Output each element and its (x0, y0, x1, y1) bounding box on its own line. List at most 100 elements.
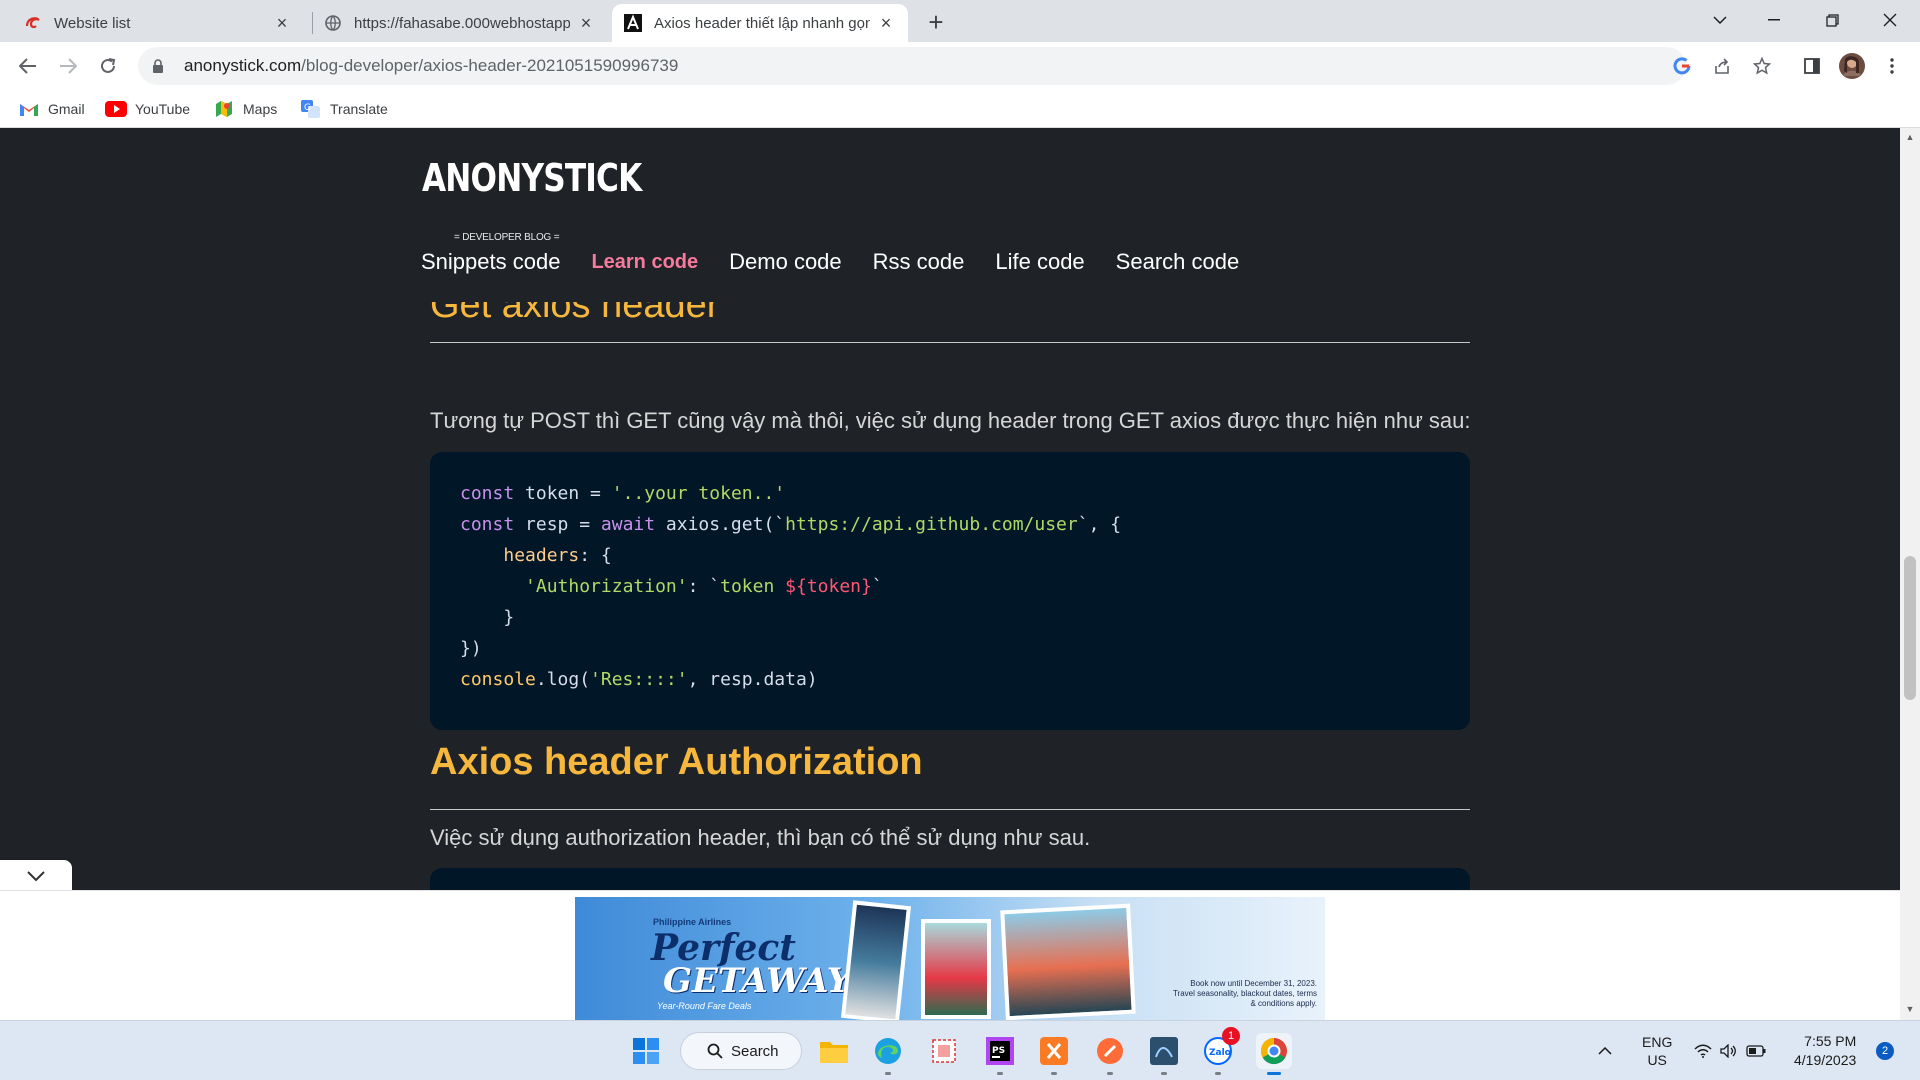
xampp-icon[interactable] (1036, 1033, 1072, 1075)
bookmarks-bar: Gmail YouTube Maps G Translate (0, 90, 1920, 128)
ad-photo-bridge (1000, 903, 1136, 1021)
clock[interactable]: 7:55 PM 4/19/2023 (1794, 1021, 1856, 1080)
authorization-paragraph: Việc sử dụng authorization header, thì b… (430, 825, 1091, 850)
show-hidden-icons-chevron[interactable] (1598, 1021, 1612, 1080)
battery-icon[interactable] (1746, 1045, 1766, 1057)
lock-icon[interactable] (152, 58, 168, 74)
intro-paragraph: Tương tự POST thì GET cũng vậy mà thôi, … (430, 408, 1471, 433)
svg-text:PS: PS (992, 1046, 1005, 1056)
bookmark-maps[interactable]: Maps (213, 96, 277, 122)
scroll-down-icon[interactable]: ▼ (1905, 1004, 1915, 1014)
tab-strip: Website list × https://fahasabe.000webho… (0, 0, 1920, 42)
gmail-icon (18, 100, 40, 118)
input-language[interactable]: ENG US (1642, 1021, 1672, 1080)
section-heading-partial: Get axios header (430, 302, 720, 324)
reload-icon[interactable] (92, 50, 124, 82)
scrollbar-thumb[interactable] (1904, 556, 1916, 700)
nav-rss-code[interactable]: Rss code (873, 248, 965, 276)
ad-photo-sydney (840, 900, 912, 1021)
system-tray-icons[interactable] (1694, 1021, 1766, 1080)
phpstorm-icon[interactable]: PS (982, 1033, 1018, 1075)
ad-container: Philippine Airlines Perfect GETAWAY Year… (0, 890, 1900, 1021)
svg-text:Zalo: Zalo (1209, 1048, 1231, 1058)
new-tab-plus-icon[interactable]: + (922, 7, 950, 37)
svg-text:G: G (304, 103, 311, 113)
file-explorer-icon[interactable] (816, 1033, 852, 1069)
tab-fahasabe[interactable]: https://fahasabe.000webhostapp. × (312, 4, 608, 42)
zalo-notification-badge: 1 (1222, 1027, 1240, 1045)
nav-snippets-code[interactable]: Snippets code (421, 248, 560, 276)
ad-banner[interactable]: Philippine Airlines Perfect GETAWAY Year… (575, 897, 1325, 1021)
url-path: /blog-developer/axios-header-20210515909… (301, 56, 679, 75)
side-panel-icon[interactable] (1796, 50, 1828, 82)
notification-center[interactable]: 2 (1876, 1021, 1894, 1080)
google-lens-icon[interactable] (1666, 50, 1698, 82)
minimize-icon[interactable] (1746, 0, 1802, 40)
close-window-icon[interactable] (1862, 0, 1918, 40)
notification-count-badge: 2 (1876, 1042, 1894, 1060)
heading-divider (430, 809, 1470, 810)
volume-icon[interactable] (1720, 1044, 1738, 1058)
code-block-partial (430, 868, 1470, 890)
bookmark-youtube[interactable]: YouTube (105, 96, 190, 122)
code-line: headers: { (503, 545, 612, 566)
main-nav: Snippets code Learn code Demo code Rss c… (421, 248, 1239, 276)
maps-icon (213, 100, 235, 118)
translate-icon: G (300, 100, 322, 118)
mysql-workbench-icon[interactable] (1146, 1033, 1182, 1075)
code-line: 'Authorization': `token ${token}` (525, 576, 883, 597)
code-line: }) (460, 638, 482, 659)
letter-a-icon (624, 14, 642, 32)
globe-icon (324, 14, 342, 32)
forward-arrow-icon[interactable] (52, 50, 84, 82)
ad-title-2: GETAWAY (663, 961, 852, 1001)
close-tab-icon[interactable]: × (576, 13, 596, 33)
site-logo[interactable]: ANONYSTICK = DEVELOPER BLOG = (422, 156, 642, 243)
ad-photo-temple (921, 919, 991, 1019)
close-tab-icon[interactable]: × (876, 13, 896, 33)
windows-taskbar: Search PS Zalo 1 ENG US 7:55 PM 4/19/202… (0, 1020, 1920, 1080)
logo-tagline: = DEVELOPER BLOG = (454, 232, 560, 243)
postman-icon[interactable] (1092, 1033, 1128, 1075)
bookmark-gmail[interactable]: Gmail (18, 96, 85, 122)
page-scrollbar[interactable]: ▲ ▼ (1900, 128, 1920, 1020)
browser-toolbar: anonystick.com/blog-developer/axios-head… (0, 42, 1920, 90)
tab-search-chevron-icon[interactable] (1692, 0, 1748, 40)
youtube-icon (105, 100, 127, 118)
chrome-icon[interactable] (1256, 1033, 1292, 1075)
nav-life-code[interactable]: Life code (995, 248, 1084, 276)
menu-kebab-icon[interactable] (1876, 50, 1908, 82)
zalo-icon[interactable]: Zalo 1 (1200, 1027, 1240, 1075)
snipping-tool-icon[interactable] (926, 1033, 962, 1069)
profile-avatar[interactable] (1836, 50, 1868, 82)
back-arrow-icon[interactable] (12, 50, 44, 82)
address-bar[interactable]: anonystick.com/blog-developer/axios-head… (138, 47, 1686, 85)
tab-website-list[interactable]: Website list × (12, 4, 304, 42)
bookmark-star-icon[interactable] (1746, 50, 1778, 82)
wifi-icon[interactable] (1694, 1044, 1712, 1058)
tab-axios-header[interactable]: Axios header thiết lập nhanh gọn × (612, 4, 908, 42)
share-icon[interactable] (1706, 50, 1738, 82)
nav-demo-code[interactable]: Demo code (729, 248, 842, 276)
restore-icon[interactable] (1804, 0, 1860, 40)
bookmark-translate[interactable]: G Translate (300, 96, 388, 122)
web-page: ANONYSTICK = DEVELOPER BLOG = Snippets c… (0, 128, 1900, 890)
nav-search-code[interactable]: Search code (1116, 248, 1240, 276)
collapse-ad-chevron-icon[interactable] (0, 860, 72, 892)
windows-start-icon[interactable] (628, 1033, 664, 1069)
code-line: console.log('Res::::', resp.data) (460, 669, 818, 690)
code-line: const token = '..your token..' (460, 483, 786, 504)
search-icon (707, 1043, 723, 1059)
scroll-up-icon[interactable]: ▲ (1905, 132, 1915, 142)
nav-learn-code[interactable]: Learn code (591, 248, 698, 276)
heading-divider (430, 342, 1470, 343)
code-line: } (460, 607, 515, 628)
taskbar-search[interactable]: Search (680, 1032, 802, 1070)
section-heading-authorization: Axios header Authorization (430, 741, 923, 783)
edge-icon[interactable] (870, 1033, 906, 1075)
code-line: const resp = await axios.get(`https://ap… (460, 514, 1122, 535)
red-swirl-icon (24, 14, 42, 32)
close-tab-icon[interactable]: × (272, 13, 292, 33)
url-domain: anonystick.com (184, 56, 302, 75)
code-block[interactable]: const token = '..your token..' const res… (430, 452, 1470, 730)
